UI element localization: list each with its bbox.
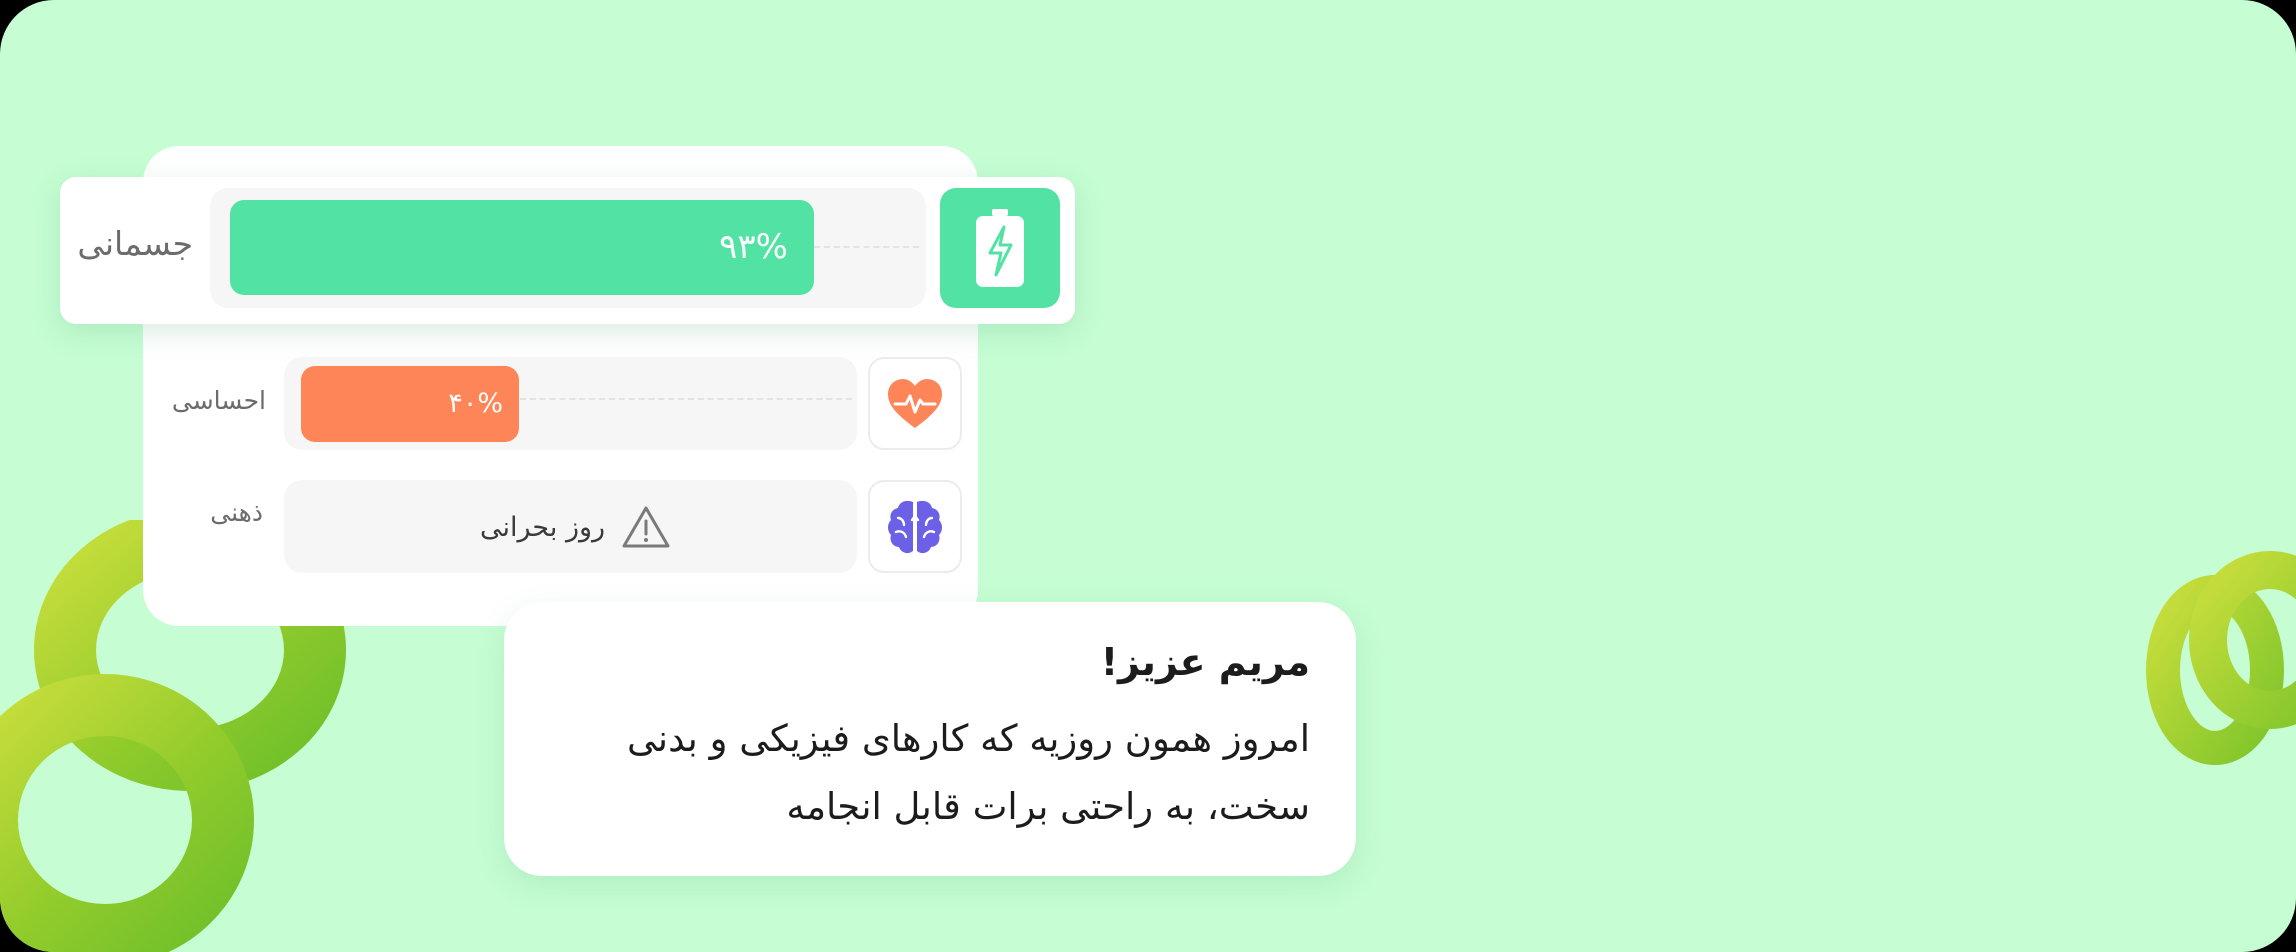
emotional-label: احساسی [171, 386, 266, 415]
physical-label: جسمانی [77, 224, 193, 263]
emotional-progress-bar: ۴۰% [301, 366, 519, 442]
message-body: امروز همون روزیه که کارهای فیزیکی و بدنی… [520, 705, 1310, 841]
critical-day-text: روز بحرانی [480, 511, 606, 543]
green-coil-decoration-right [2146, 551, 2296, 765]
physical-track-dashes [814, 246, 919, 248]
heart-pulse-icon [888, 378, 942, 428]
battery-bolt-icon [976, 209, 1024, 287]
message-line-1: امروز همون روزیه که کارهای فیزیکی و بدنی [626, 717, 1310, 760]
message-line-2: سخت، به راحتی برات قابل انجامه [786, 785, 1310, 828]
banner: جسمانی ۹۳% احساسی ۴۰% ذهنی روز بحرانی مر… [0, 0, 2296, 952]
physical-icon-tile [940, 188, 1060, 308]
mental-label: ذهنی [210, 498, 263, 527]
emotional-icon-tile [868, 357, 962, 450]
warning-icon [622, 506, 670, 548]
emotional-track-dashes [520, 398, 852, 400]
message-title: مریم عزیز! [1100, 640, 1310, 684]
physical-progress-bar: ۹۳% [230, 200, 814, 295]
critical-day-status: روز بحرانی [480, 502, 671, 552]
brain-icon [888, 500, 942, 553]
mental-icon-tile [868, 480, 962, 573]
